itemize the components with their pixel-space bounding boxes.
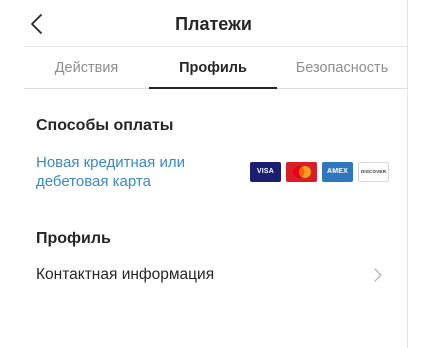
- mastercard-circles-icon: [293, 166, 311, 178]
- payments-screen: Платежи Действия Профиль Безопасность Сп…: [0, 0, 427, 348]
- right-edge-divider: [407, 0, 408, 348]
- visa-card-icon: VISA: [250, 162, 281, 182]
- add-card-link[interactable]: Новая кредитная или дебетовая карта: [36, 153, 236, 191]
- discover-card-icon: DISCOVER: [358, 162, 389, 182]
- tab-profile[interactable]: Профиль: [149, 47, 277, 89]
- active-tab-indicator: [149, 87, 277, 89]
- chevron-right-icon: [374, 268, 382, 282]
- tab-bar: Действия Профиль Безопасность: [24, 47, 407, 89]
- amex-card-text: AMEX: [326, 168, 349, 175]
- contact-info-label: Контактная информация: [36, 266, 215, 283]
- visa-card-text: VISA: [256, 168, 275, 175]
- tab-actions[interactable]: Действия: [24, 47, 149, 89]
- mastercard-card-icon: [286, 162, 317, 182]
- tab-security[interactable]: Безопасность: [277, 47, 407, 89]
- profile-heading: Профиль: [36, 230, 111, 247]
- discover-card-text: DISCOVER: [360, 169, 387, 174]
- contact-info-row[interactable]: Контактная информация: [36, 262, 391, 288]
- payment-methods-heading: Способы оплаты: [36, 117, 174, 134]
- page-title: Платежи: [175, 14, 252, 34]
- amex-card-icon: AMEX: [322, 162, 353, 182]
